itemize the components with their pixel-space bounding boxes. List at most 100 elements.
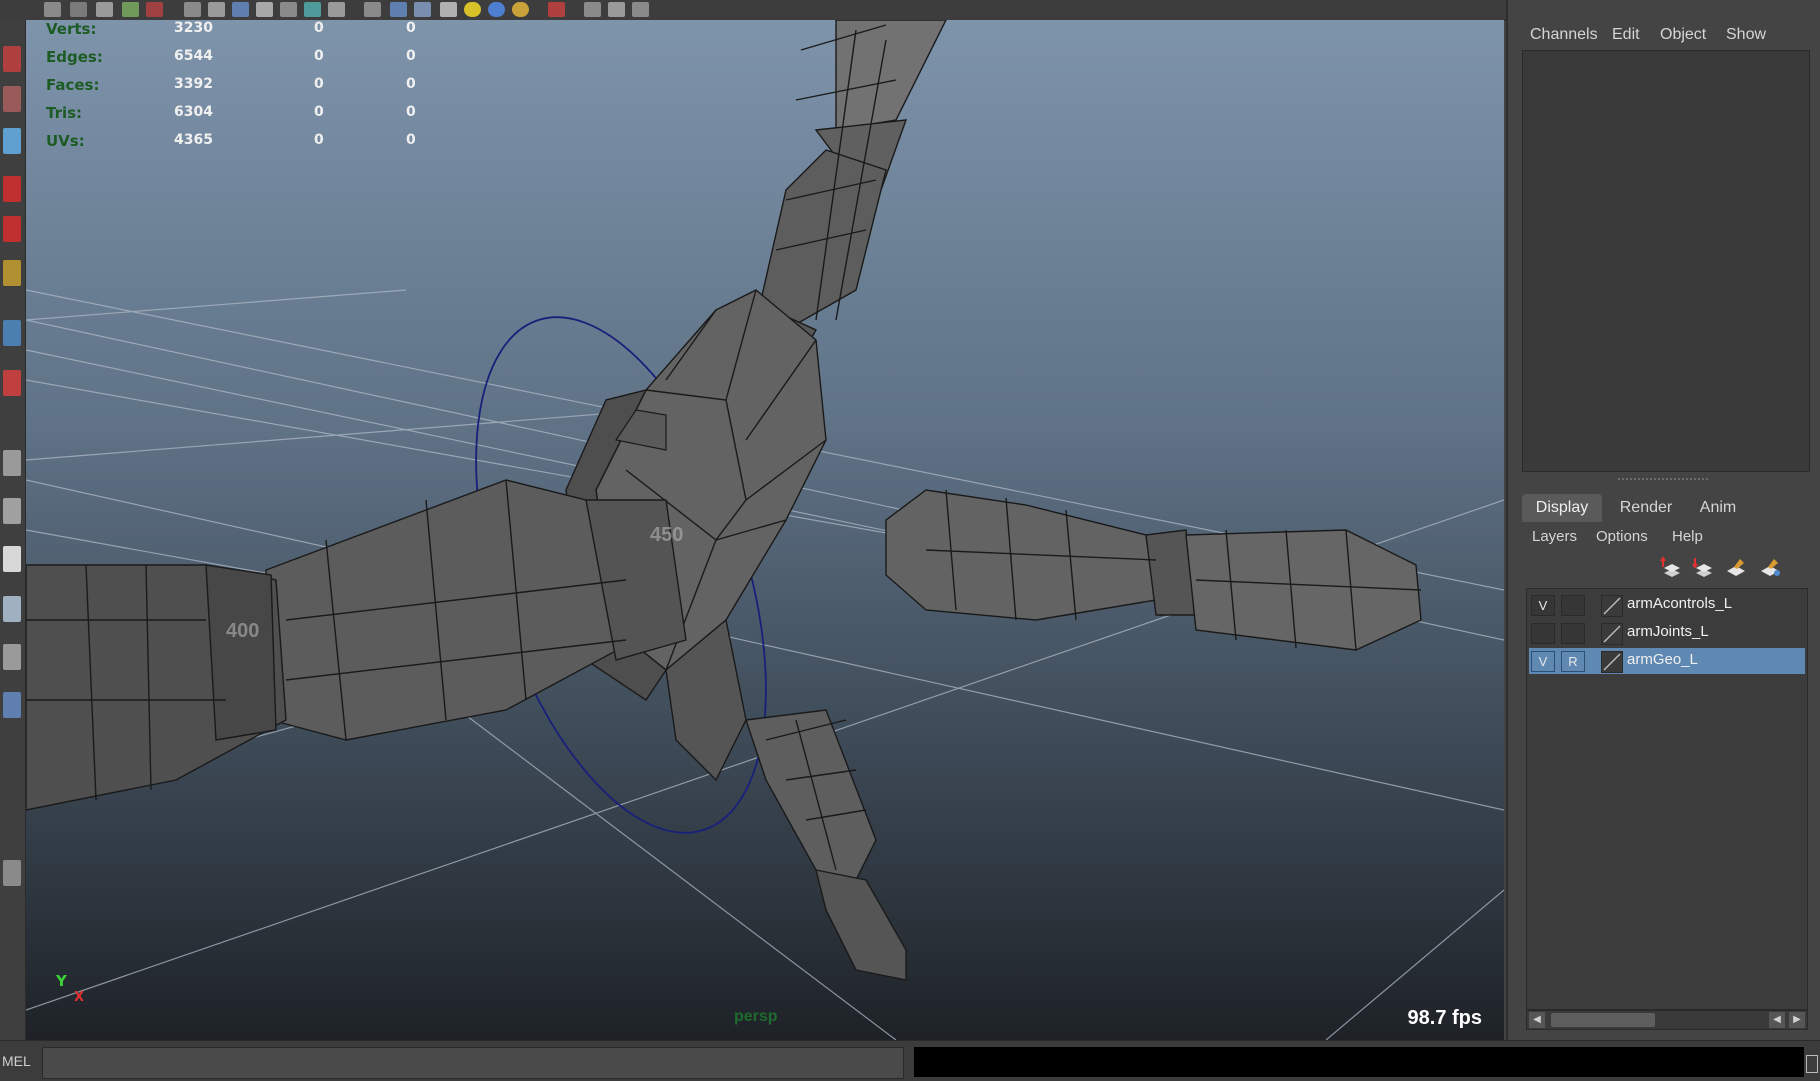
scale-tool-icon[interactable] — [3, 260, 21, 286]
magnet-icon[interactable] — [146, 2, 163, 17]
layer-name[interactable]: armAcontrols_L — [1627, 595, 1732, 612]
layer-row-armJoints[interactable]: armJoints_L — [1529, 620, 1805, 646]
select-camera-icon[interactable] — [184, 2, 201, 17]
camera-attributes-icon[interactable] — [208, 2, 225, 17]
resolution-gate-icon[interactable] — [280, 2, 297, 17]
channel-box-layer-editor: Channels Edit Object Show Display Render… — [1506, 0, 1820, 1040]
command-input-field[interactable] — [42, 1047, 904, 1079]
menu-show[interactable]: Show — [1726, 26, 1766, 44]
move-layer-down-icon[interactable] — [1692, 555, 1716, 579]
scroll-right-icon[interactable]: ▶ — [1789, 1012, 1805, 1028]
outliner-layout-icon[interactable] — [3, 596, 21, 622]
all-lights-icon[interactable] — [488, 2, 505, 17]
command-line-bar: MEL — [0, 1040, 1820, 1081]
safe-title-icon[interactable] — [328, 2, 345, 17]
hud-value: 4365 — [174, 132, 213, 148]
layer-row-armAcontrols[interactable]: V armAcontrols_L — [1529, 592, 1805, 618]
layer-display-type-toggle[interactable] — [1561, 623, 1585, 644]
camera-name-label: persp — [734, 1008, 778, 1025]
single-pane-layout-icon[interactable] — [3, 450, 21, 476]
layer-name[interactable]: armGeo_L — [1627, 651, 1698, 668]
hud-label: Faces: — [46, 76, 100, 94]
channel-box-area[interactable] — [1522, 50, 1810, 472]
isolate-select-icon[interactable] — [548, 2, 565, 17]
scroll-left-icon[interactable]: ◀ — [1529, 1012, 1545, 1028]
layer-display-type-toggle[interactable]: R — [1561, 651, 1585, 672]
smooth-shade-icon[interactable] — [390, 2, 407, 17]
perspective-viewport[interactable]: 450 400 Verts: 3230 0 0 Edges: 6544 0 0 … — [26, 20, 1504, 1040]
layer-list-scrollbar[interactable]: ◀ ◀ ▶ — [1526, 1010, 1808, 1030]
soft-mod-icon[interactable] — [3, 370, 21, 396]
lasso-tool-icon[interactable] — [3, 86, 21, 112]
film-gate-icon[interactable] — [256, 2, 273, 17]
grid-icon[interactable] — [232, 2, 249, 17]
menu-layers[interactable]: Layers — [1532, 528, 1577, 545]
textured-icon[interactable] — [440, 2, 457, 17]
hud-value: 0 — [314, 104, 324, 120]
menu-channels[interactable]: Channels — [1530, 26, 1598, 44]
script-editor-icon[interactable] — [1806, 1055, 1818, 1073]
custom-layout-icon[interactable] — [3, 860, 21, 886]
xray-components-icon[interactable] — [632, 2, 649, 17]
layer-visibility-toggle[interactable]: V — [1531, 651, 1555, 672]
hud-value: 0 — [314, 132, 324, 148]
menu-object[interactable]: Object — [1660, 26, 1706, 44]
status-toolbar — [0, 0, 1506, 21]
xray-icon[interactable] — [584, 2, 601, 17]
layer-row-armGeo[interactable]: V R armGeo_L — [1529, 648, 1805, 674]
wireframe-icon[interactable] — [364, 2, 381, 17]
move-tool-icon[interactable] — [3, 176, 21, 202]
hypershade-icon[interactable] — [122, 2, 139, 17]
select-tool-icon[interactable] — [3, 46, 21, 72]
hud-label: Tris: — [46, 104, 83, 122]
hud-value: 3230 — [174, 20, 213, 36]
hud-label: Verts: — [46, 20, 97, 38]
layer-visibility-toggle[interactable] — [1531, 623, 1555, 644]
paint-select-icon[interactable] — [3, 128, 21, 154]
hud-value: 0 — [314, 48, 324, 64]
command-language-label[interactable]: MEL — [2, 1053, 31, 1069]
layer-name[interactable]: armJoints_L — [1627, 623, 1709, 640]
forearm — [26, 479, 687, 811]
scroll-left-alt-icon[interactable]: ◀ — [1769, 1012, 1785, 1028]
layer-color-swatch[interactable] — [1601, 651, 1623, 673]
menu-help[interactable]: Help — [1672, 528, 1703, 545]
new-layer-icon[interactable] — [1724, 555, 1748, 579]
lower-finger — [745, 709, 907, 981]
move-layer-up-icon[interactable] — [1660, 555, 1684, 579]
ipr-render-icon[interactable] — [70, 2, 87, 17]
layer-display-type-toggle[interactable] — [1561, 595, 1585, 616]
universal-manipulator-icon[interactable] — [3, 320, 21, 346]
safe-action-icon[interactable] — [304, 2, 321, 17]
side-by-side-layout-icon[interactable] — [3, 546, 21, 572]
hud-value: 0 — [406, 48, 416, 64]
grid-label-450: 450 — [650, 524, 684, 546]
graph-layout-icon[interactable] — [3, 644, 21, 670]
render-icon[interactable] — [44, 2, 61, 17]
tab-render[interactable]: Render — [1608, 494, 1684, 522]
right-finger — [885, 489, 1422, 651]
menu-options[interactable]: Options — [1596, 528, 1648, 545]
hud-value: 6544 — [174, 48, 213, 64]
hud-value: 0 — [406, 104, 416, 120]
tab-display[interactable]: Display — [1522, 494, 1602, 522]
new-layer-from-selected-icon[interactable] — [1758, 555, 1782, 579]
layer-color-swatch[interactable] — [1601, 595, 1623, 617]
layer-color-swatch[interactable] — [1601, 623, 1623, 645]
scrollbar-thumb[interactable] — [1551, 1013, 1655, 1027]
xray-joints-icon[interactable] — [608, 2, 625, 17]
rotate-tool-icon[interactable] — [3, 216, 21, 242]
render-settings-icon[interactable] — [96, 2, 113, 17]
scene-render — [26, 20, 1504, 1040]
panel-splitter-handle[interactable] — [1618, 478, 1708, 484]
default-lighting-icon[interactable] — [464, 2, 481, 17]
menu-edit[interactable]: Edit — [1612, 26, 1640, 44]
hud-value: 0 — [406, 76, 416, 92]
wireframe-on-shaded-icon[interactable] — [414, 2, 431, 17]
layer-visibility-toggle[interactable]: V — [1531, 595, 1555, 616]
hud-label: Edges: — [46, 48, 103, 66]
hypershade-layout-icon[interactable] — [3, 692, 21, 718]
shadows-icon[interactable] — [512, 2, 529, 17]
tab-anim[interactable]: Anim — [1686, 494, 1750, 522]
four-pane-layout-icon[interactable] — [3, 498, 21, 524]
